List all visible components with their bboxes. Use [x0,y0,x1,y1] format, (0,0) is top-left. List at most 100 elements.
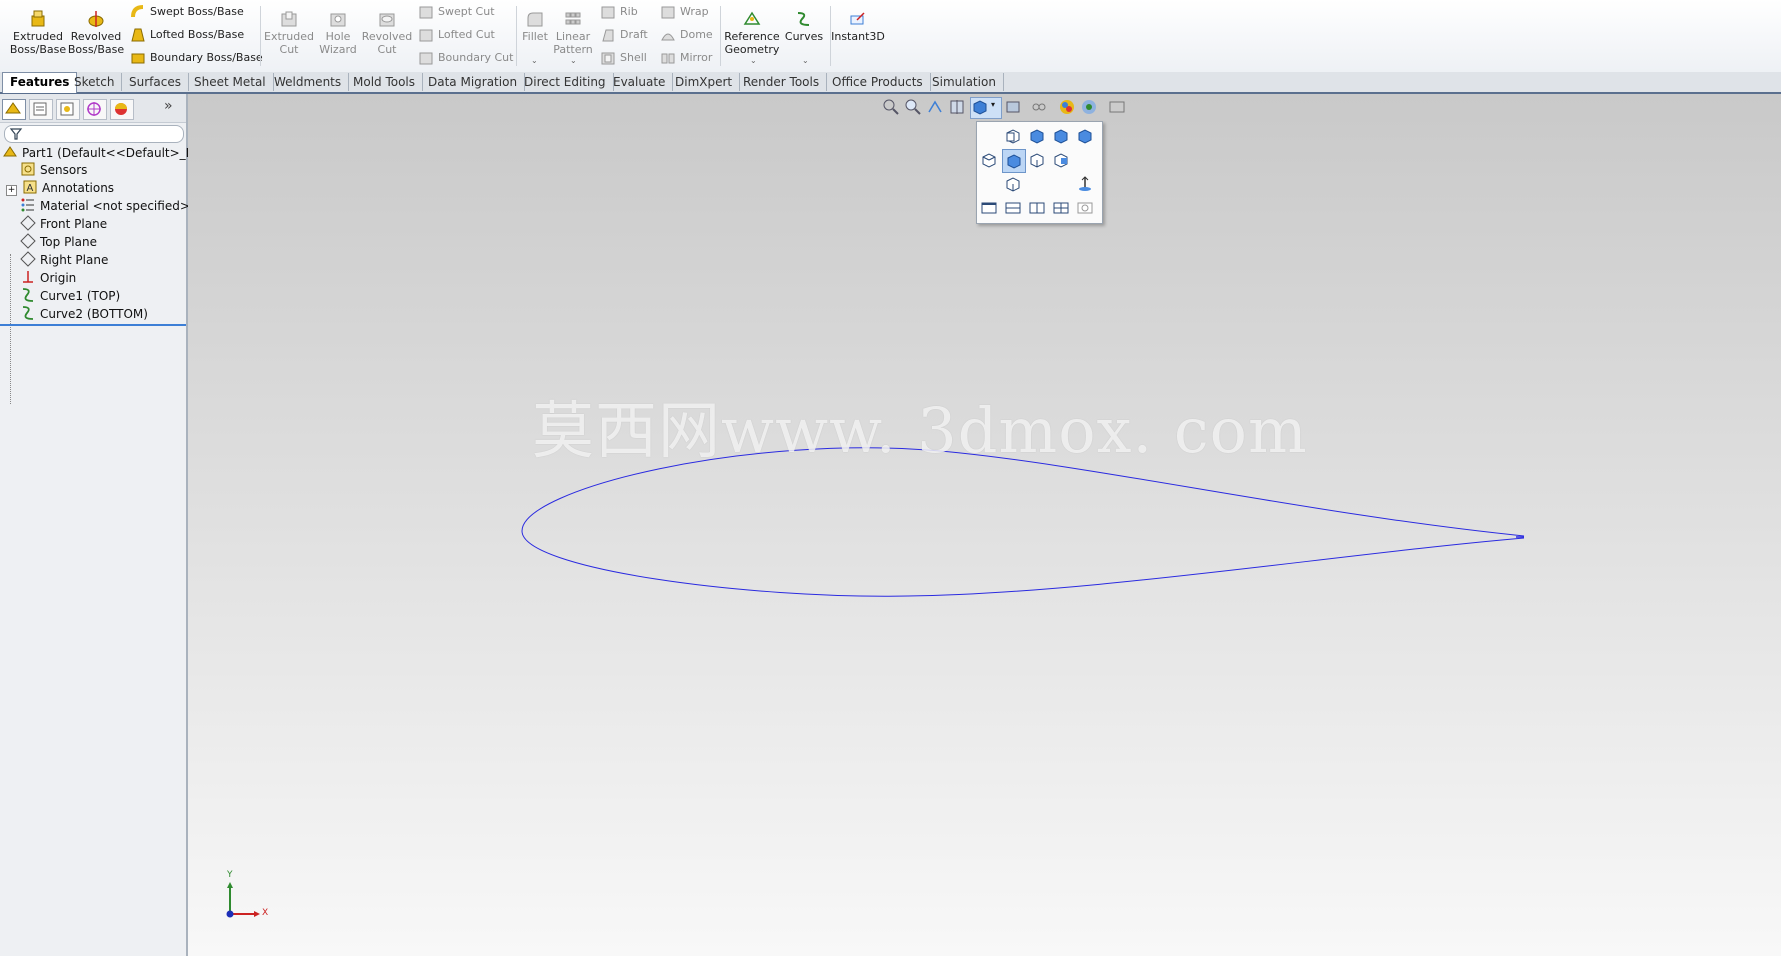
curves-button[interactable]: Curves [775,4,833,43]
revolved-cut-icon [379,13,395,27]
curve-icon [22,306,34,320]
expand-icon[interactable]: + [6,185,17,196]
tree-item-top-plane[interactable]: Top Plane [20,233,97,251]
tree-item-front-plane[interactable]: Front Plane [20,215,107,233]
property-manager-tab[interactable] [29,99,53,120]
tree-root-label: Part1 (Default<<Default>_Disp [22,146,213,160]
boundary-cut-button[interactable]: Boundary Cut [416,49,513,67]
wrap-button[interactable]: Wrap [658,3,709,21]
expand-panel-icon[interactable]: » [164,98,173,114]
linear-pattern-label: Linear Pattern [553,30,593,56]
wrap-icon [661,6,675,19]
curves-dropdown-icon[interactable]: ⌄ [802,56,809,65]
plane-icon [20,251,36,267]
linear-pattern-dropdown-icon[interactable]: ⌄ [570,56,577,65]
lofted-boss-button[interactable]: Lofted Boss/Base [128,26,244,44]
tab-office-products[interactable]: Office Products [825,73,931,91]
tree-item-curve2[interactable]: Curve2 (BOTTOM) [20,305,148,323]
dome-button[interactable]: Dome [658,26,713,44]
graphics-area[interactable]: ▾ 莫西网www. 3dmox. com [188,94,1781,956]
filter-icon [9,128,23,140]
tree-item-label: Curve1 (TOP) [40,289,121,303]
curve-icon [22,288,34,302]
svg-text:A: A [27,183,34,194]
axis-x-label: X [262,908,269,918]
boundary-cut-label: Boundary Cut [438,51,514,64]
feature-manager-panel: » Part1 (Default<<Default>_Disp Sensors … [0,94,212,956]
swept-cut-button[interactable]: Swept Cut [416,3,495,21]
dome-icon [661,33,675,41]
tab-weldments[interactable]: Weldments [267,73,350,91]
instant3d-button[interactable]: Instant3D [829,4,887,43]
swept-boss-button[interactable]: Swept Boss/Base [128,3,244,21]
tree-item-label: Annotations [42,181,115,195]
tab-dimxpert[interactable]: DimXpert [668,73,741,91]
revolved-cut-label: Revolved Cut [361,30,413,56]
watermark-text: 莫西网www. 3dmox. com [532,394,1308,467]
swept-boss-label: Swept Boss/Base [150,5,244,18]
boundary-boss-button[interactable]: Boundary Boss/Base [128,49,263,67]
command-manager-tabs: Features Sketch Surfaces Sheet Metal Wel… [0,72,1781,94]
lofted-boss-icon [131,28,145,42]
material-icon [21,198,34,212]
extruded-cut-label: Extruded Cut [264,30,314,56]
command-manager: Extruded Boss/Base Revolved Boss/Base Sw… [0,0,1781,73]
tab-surfaces[interactable]: Surfaces [122,73,189,91]
fillet-icon [527,12,543,27]
tree-item-label: Sensors [40,163,88,177]
tree-item-annotations[interactable]: + A Annotations [6,179,114,197]
curves-label: Curves [784,30,824,43]
rib-button[interactable]: Rib [598,3,638,21]
shell-label: Shell [620,51,647,64]
lofted-cut-icon [419,29,433,42]
hole-wizard-icon [330,13,346,27]
boundary-boss-label: Boundary Boss/Base [150,51,263,64]
lofted-cut-label: Lofted Cut [438,28,495,41]
tab-mold-tools[interactable]: Mold Tools [346,73,424,91]
linear-pattern-button[interactable]: Linear Pattern [543,4,603,56]
shell-button[interactable]: Shell [598,49,647,67]
feature-manager-tab[interactable] [2,99,26,120]
rib-label: Rib [620,5,638,18]
tab-sketch[interactable]: Sketch [67,73,123,91]
sensor-icon [21,162,35,176]
reference-geometry-dropdown-icon[interactable]: ⌄ [750,56,757,65]
fillet-dropdown-icon[interactable]: ⌄ [531,56,538,65]
tab-sheet-metal[interactable]: Sheet Metal [187,73,274,91]
tab-render-tools[interactable]: Render Tools [736,73,828,91]
mirror-button[interactable]: Mirror [658,49,712,67]
revolved-cut-button[interactable]: Revolved Cut [357,4,417,56]
lofted-cut-button[interactable]: Lofted Cut [416,26,495,44]
curve2-bottom-path[interactable] [521,530,1525,597]
extruded-cut-icon [281,11,297,27]
display-manager-tab[interactable] [110,99,134,120]
tree-root-part[interactable]: Part1 (Default<<Default>_Disp [2,144,212,162]
extruded-boss-icon [31,10,45,27]
annotations-icon: A [23,180,37,194]
extruded-boss-label: Extruded Boss/Base [9,30,67,56]
extruded-boss-button[interactable]: Extruded Boss/Base [8,4,68,56]
revolved-boss-button[interactable]: Revolved Boss/Base [66,4,126,56]
tab-evaluate[interactable]: Evaluate [606,73,674,91]
rollback-bar[interactable] [0,324,186,326]
tab-data-migration[interactable]: Data Migration [421,73,526,91]
ribbon-separator [720,6,721,66]
tree-item-right-plane[interactable]: Right Plane [20,251,108,269]
airfoil-sketch[interactable] [188,94,1781,956]
tab-simulation[interactable]: Simulation [925,73,1004,91]
tree-item-origin[interactable]: Origin [20,269,76,287]
dimxpert-manager-tab[interactable] [83,99,107,120]
tab-direct-editing[interactable]: Direct Editing [517,73,614,91]
tree-item-sensors[interactable]: Sensors [20,161,87,179]
configuration-manager-tab[interactable] [56,99,80,120]
reference-geometry-button[interactable]: Reference Geometry [722,4,782,56]
curves-icon [797,12,810,26]
mirror-icon [661,53,675,64]
configuration-icon [60,102,74,116]
tree-item-material[interactable]: Material <not specified> [20,197,190,215]
tree-item-curve1[interactable]: Curve1 (TOP) [20,287,120,305]
tree-item-label: Curve2 (BOTTOM) [40,307,148,321]
tree-filter-input[interactable] [4,125,184,143]
draft-button[interactable]: Draft [598,26,648,44]
tree-item-label: Front Plane [40,217,108,231]
